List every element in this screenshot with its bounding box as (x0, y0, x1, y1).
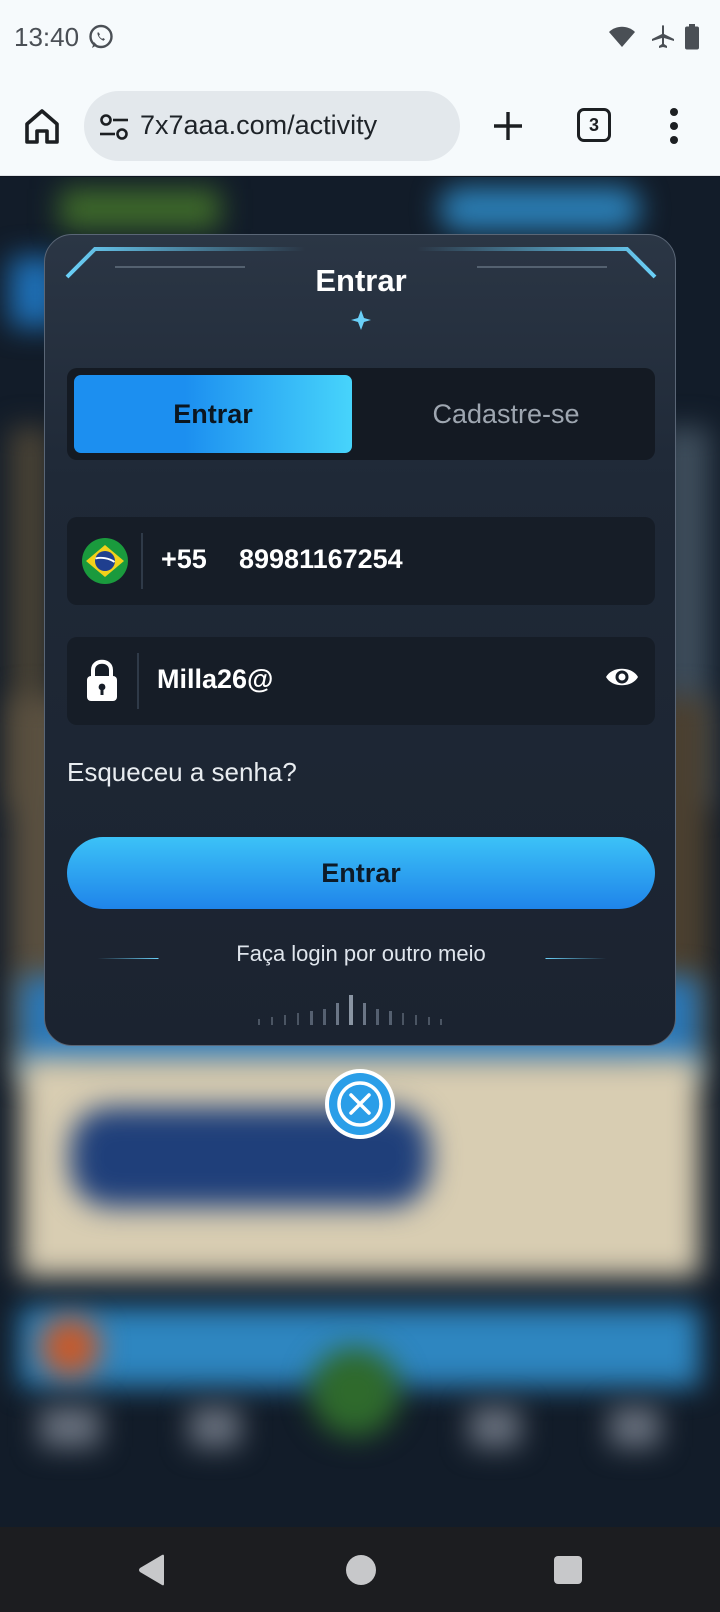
dialog-title: Entrar (315, 263, 407, 298)
tab-login-label: Entrar (173, 399, 253, 429)
tab-register-label: Cadastre-se (432, 399, 580, 429)
recents-icon[interactable] (554, 1556, 582, 1584)
tabs-icon[interactable]: 3 (577, 108, 611, 142)
eye-icon[interactable] (605, 665, 639, 689)
login-tab-group: Entrar Cadastre-se (67, 368, 655, 460)
airplane-icon (652, 25, 674, 48)
back-icon[interactable] (136, 1553, 168, 1587)
status-time: 13:40 (14, 22, 80, 52)
password-field-divider (137, 653, 139, 709)
browser-toolbar: 7x7aaa.com/activity 3 (0, 78, 720, 176)
battery-icon (685, 24, 699, 50)
system-nav-bar (0, 1527, 720, 1612)
forgot-password-link[interactable]: Esqueceu a senha? (67, 757, 297, 788)
alt-login-line-right (545, 958, 607, 959)
close-icon[interactable] (324, 1068, 396, 1140)
alt-login-row: Faça login por outro meio (67, 941, 655, 975)
menu-icon[interactable] (668, 106, 680, 146)
status-bar: 13:40 (0, 0, 720, 78)
loading-indicator (258, 995, 442, 1025)
password-field[interactable]: Milla26@ (67, 637, 655, 725)
password-input[interactable]: Milla26@ (157, 664, 273, 695)
tune-icon[interactable] (98, 113, 130, 141)
home-icon[interactable] (22, 106, 62, 146)
alt-login-label: Faça login por outro meio (236, 941, 486, 966)
dial-code[interactable]: +55 (161, 544, 207, 575)
phone-field-divider (141, 533, 143, 589)
lock-icon (87, 659, 117, 701)
home-icon[interactable] (346, 1555, 376, 1585)
brazil-flag-icon[interactable] (81, 537, 129, 585)
whatsapp-icon (89, 24, 113, 49)
url-bar[interactable]: 7x7aaa.com/activity (84, 91, 460, 161)
wifi-icon (609, 26, 635, 47)
phone-number-input[interactable]: 89981167254 (239, 544, 403, 575)
tab-login[interactable]: Entrar (74, 375, 352, 453)
url-text[interactable]: 7x7aaa.com/activity (140, 110, 377, 141)
phone-field[interactable]: +55 89981167254 (67, 517, 655, 605)
login-dialog: Entrar Entrar Cadastre-se +55 8998116725… (44, 234, 676, 1046)
login-submit-label: Entrar (321, 858, 401, 888)
plus-icon[interactable] (488, 106, 528, 146)
tab-register[interactable]: Cadastre-se (363, 375, 649, 453)
login-submit-button[interactable]: Entrar (67, 837, 655, 909)
